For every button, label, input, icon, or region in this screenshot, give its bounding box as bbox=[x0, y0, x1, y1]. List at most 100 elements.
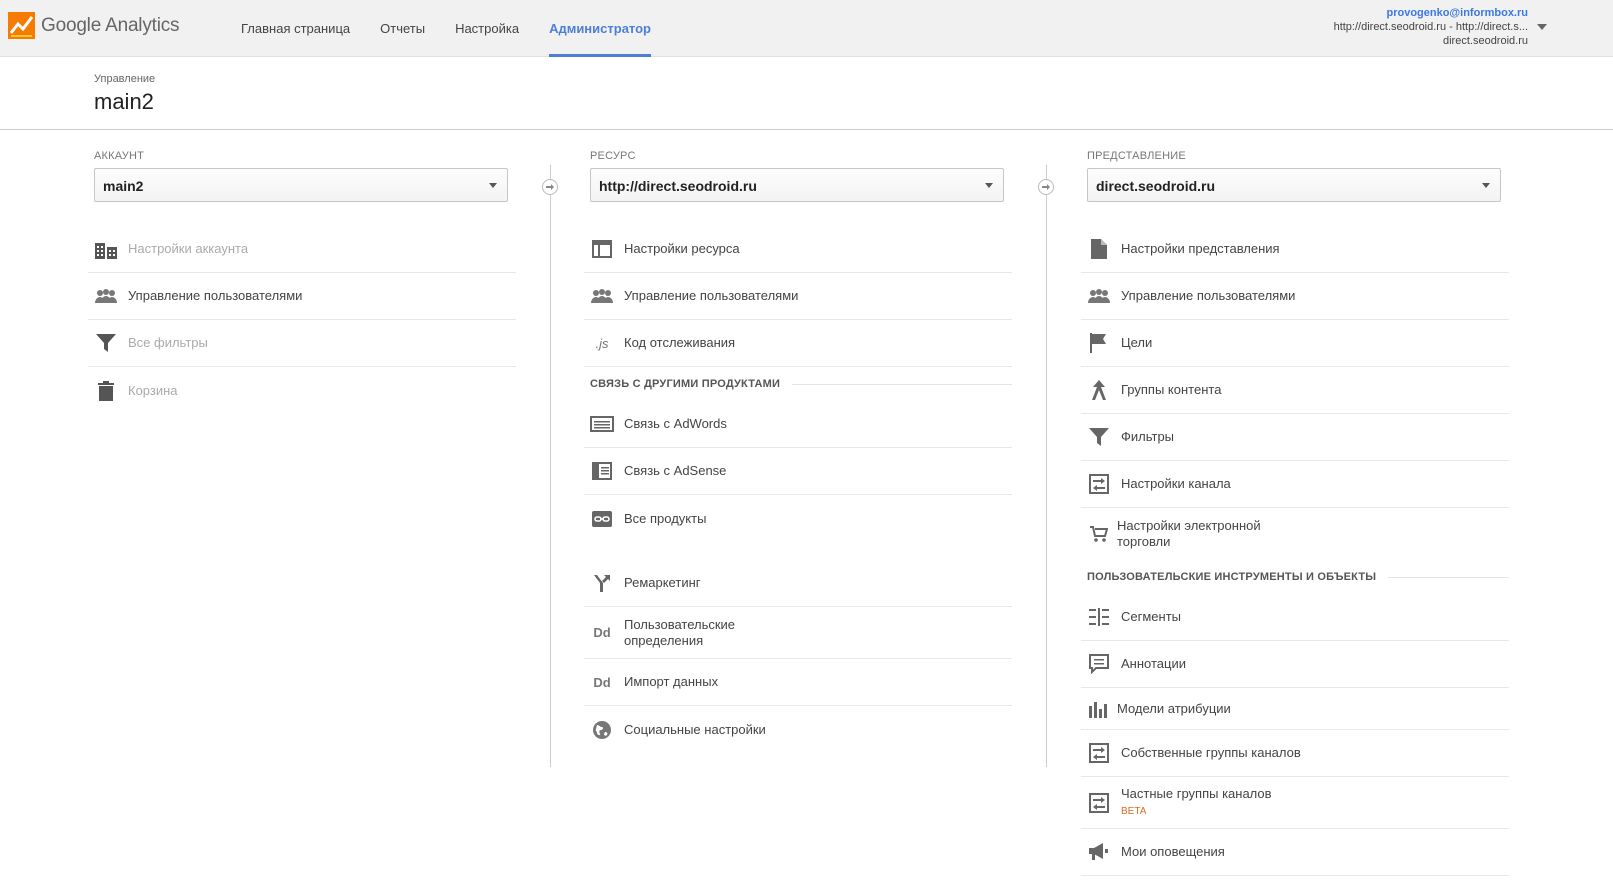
menu-item-text: Частные группы каналов bbox=[1121, 785, 1272, 801]
menu-item-attribution-models[interactable]: Модели атрибуции bbox=[1081, 688, 1509, 730]
menu-item-annotations[interactable]: Аннотации bbox=[1081, 641, 1509, 688]
view-column-label: ПРЕДСТАВЛЕНИЕ bbox=[1087, 150, 1186, 162]
channel-icon bbox=[1087, 741, 1111, 765]
menu-item-adsense-linking[interactable]: Связь с AdSense bbox=[584, 448, 1012, 495]
menu-item-label: Код отслеживания bbox=[624, 335, 736, 350]
account-column-label: АККАУНТ bbox=[94, 150, 145, 162]
content-group-icon bbox=[1087, 378, 1111, 402]
menu-item-content-groups[interactable]: Группы контента bbox=[1081, 367, 1509, 414]
menu-item-label: Управление пользователями bbox=[128, 288, 303, 303]
menu-item-adwords-linking[interactable]: Связь с AdWords bbox=[584, 401, 1012, 448]
nav-reports[interactable]: Отчеты bbox=[365, 0, 440, 57]
section-product-linking: СВЯЗЬ С ДРУГИМИ ПРОДУКТАМИ bbox=[584, 367, 1012, 401]
beta-badge: BETA bbox=[1121, 805, 1147, 817]
logo[interactable]: Google Analytics bbox=[8, 12, 180, 39]
breadcrumb-label: Управление bbox=[94, 73, 156, 85]
menu-item-filters[interactable]: Фильтры bbox=[1081, 414, 1509, 461]
view-menu: Настройки представления Управление польз… bbox=[1081, 226, 1509, 876]
adwords-icon bbox=[590, 412, 614, 436]
property-selector[interactable]: http://direct.seodroid.ru bbox=[590, 168, 1004, 202]
segments-icon bbox=[1087, 605, 1111, 629]
menu-item-label: Ремаркетинг bbox=[624, 575, 701, 590]
users-icon bbox=[1087, 284, 1111, 308]
column-divider bbox=[550, 165, 551, 767]
channel-icon bbox=[1087, 791, 1111, 815]
annotation-icon bbox=[1087, 652, 1111, 676]
menu-item-label: Социальные настройки bbox=[624, 721, 766, 737]
property-menu: Настройки ресурса Управление пользовател… bbox=[584, 226, 1012, 753]
menu-item-all-filters[interactable]: Все фильтры bbox=[88, 320, 516, 367]
arrow-right-icon bbox=[1038, 179, 1054, 195]
menu-item-account-users[interactable]: Управление пользователями bbox=[88, 273, 516, 320]
menu-item-label: Корзина bbox=[128, 382, 178, 398]
account-selector[interactable]: main2 bbox=[94, 168, 508, 202]
analytics-logo-icon bbox=[8, 12, 35, 39]
column-divider bbox=[1046, 165, 1047, 767]
account-email: provogenko@informbox.ru bbox=[1386, 7, 1528, 19]
menu-item-segments[interactable]: Сегменты bbox=[1081, 594, 1509, 641]
menu-item-label: Модели атрибуции bbox=[1117, 700, 1231, 716]
remarketing-icon bbox=[590, 571, 614, 595]
menu-item-data-import[interactable]: Dd Импорт данных bbox=[584, 659, 1012, 706]
menu-item-label: Импорт данных bbox=[624, 674, 719, 689]
menu-item-social-settings[interactable]: Социальные настройки bbox=[584, 706, 1012, 753]
arrow-right-icon bbox=[542, 179, 558, 195]
menu-item-tracking-code[interactable]: .js Код отслеживания bbox=[584, 320, 1012, 367]
menu-item-label: Все фильтры bbox=[128, 335, 208, 350]
menu-item-label: Все продукты bbox=[624, 510, 707, 526]
trash-icon bbox=[94, 379, 118, 403]
menu-item-custom-channel-groups[interactable]: Собственные группы каналов bbox=[1081, 730, 1509, 777]
menu-item-trash[interactable]: Корзина bbox=[88, 367, 516, 414]
nav-home[interactable]: Главная страница bbox=[226, 0, 365, 57]
nav-admin[interactable]: Администратор bbox=[534, 0, 666, 57]
menu-item-label: Настройки ресурса bbox=[624, 241, 740, 256]
menu-item-view-users[interactable]: Управление пользователями bbox=[1081, 273, 1509, 320]
menu-item-goals[interactable]: Цели bbox=[1081, 320, 1509, 367]
view-selected: direct.seodroid.ru bbox=[1096, 178, 1216, 194]
property-column: РЕСУРС http://direct.seodroid.ru Настрой… bbox=[584, 150, 1018, 753]
flag-icon bbox=[1087, 331, 1111, 355]
menu-item-label: Настройки представления bbox=[1121, 241, 1280, 256]
property-selected: http://direct.seodroid.ru bbox=[599, 178, 757, 194]
adsense-icon bbox=[590, 459, 614, 483]
dd-icon: Dd bbox=[593, 625, 611, 640]
channel-icon bbox=[1087, 472, 1111, 496]
menu-item-label: Сегменты bbox=[1121, 609, 1182, 624]
view-selector[interactable]: direct.seodroid.ru bbox=[1087, 168, 1501, 202]
main-nav: Главная страница Отчеты Настройка Админи… bbox=[226, 0, 666, 57]
menu-item-ecommerce-settings[interactable]: Настройки электронной торговли bbox=[1081, 508, 1509, 560]
breadcrumb: Управление main2 bbox=[94, 73, 155, 115]
menu-item-custom-definitions[interactable]: Dd Пользовательские определения bbox=[584, 607, 1012, 659]
section-personal-tools: ПОЛЬЗОВАТЕЛЬСКИЕ ИНСТРУМЕНТЫ И ОБЪЕКТЫ bbox=[1081, 560, 1509, 594]
menu-item-label: Частные группы каналов BETA bbox=[1121, 786, 1272, 820]
page-title: main2 bbox=[94, 89, 154, 114]
menu-item-label: Пользовательские определения bbox=[624, 616, 736, 648]
account-menu: Настройки аккаунта Управление пользовате… bbox=[88, 226, 516, 414]
menu-item-account-settings[interactable]: Настройки аккаунта bbox=[88, 226, 516, 273]
menu-item-label: Связь с AdSense bbox=[624, 463, 727, 478]
account-switcher[interactable]: provogenko@informbox.ru http://direct.se… bbox=[1334, 6, 1528, 48]
dd-icon: Dd bbox=[593, 674, 611, 690]
chevron-down-icon bbox=[489, 183, 497, 188]
filter-icon bbox=[1087, 425, 1111, 449]
nav-customization[interactable]: Настройка bbox=[440, 0, 534, 57]
menu-item-label: Настройки канала bbox=[1121, 476, 1231, 491]
menu-item-channel-settings[interactable]: Настройки канала bbox=[1081, 461, 1509, 508]
menu-item-all-products[interactable]: Все продукты bbox=[584, 495, 1012, 542]
menu-item-label: Настройки аккаунта bbox=[128, 241, 249, 256]
chevron-down-icon[interactable] bbox=[1537, 24, 1547, 30]
menu-item-remarketing[interactable]: Ремаркетинг bbox=[584, 560, 1012, 607]
link-icon bbox=[590, 507, 614, 531]
menu-item-property-settings[interactable]: Настройки ресурса bbox=[584, 226, 1012, 273]
menu-item-private-channel-groups[interactable]: Частные группы каналов BETA bbox=[1081, 777, 1509, 829]
top-bar: Google Analytics Главная страница Отчеты… bbox=[0, 0, 1613, 57]
divider bbox=[0, 129, 1613, 130]
menu-item-label: Аннотации bbox=[1121, 656, 1186, 671]
globe-icon bbox=[590, 718, 614, 742]
menu-item-property-users[interactable]: Управление пользователями bbox=[584, 273, 1012, 320]
product-name: Google Analytics bbox=[41, 14, 180, 36]
menu-item-alerts[interactable]: Мои оповещения bbox=[1081, 829, 1509, 876]
menu-item-view-settings[interactable]: Настройки представления bbox=[1081, 226, 1509, 273]
menu-item-label: Цели bbox=[1121, 335, 1153, 350]
menu-item-label: Мои оповещения bbox=[1121, 844, 1225, 859]
